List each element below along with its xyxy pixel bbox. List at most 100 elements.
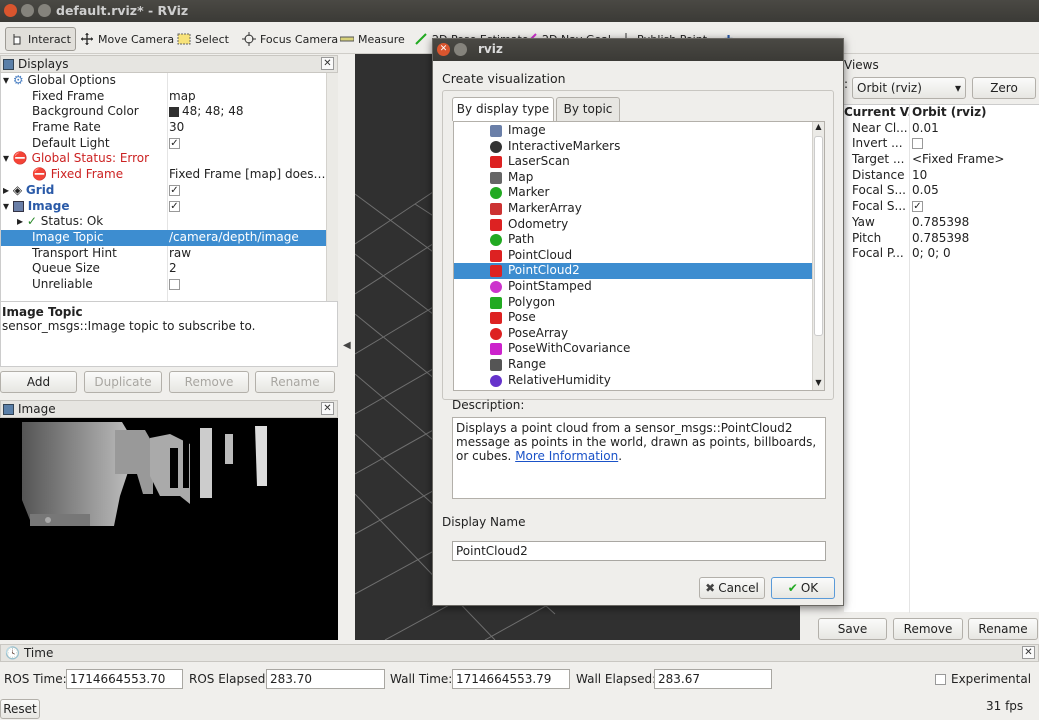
focal-shape-checkbox[interactable]: ✓ <box>912 201 923 213</box>
display-type-item[interactable]: InteractiveMarkers <box>454 139 812 155</box>
display-type-item[interactable]: RelativeHumidity <box>454 373 812 389</box>
collapse-splitter-icon[interactable]: ◀ <box>343 340 351 351</box>
display-type-list[interactable]: Image InteractiveMarkers LaserScan Map Marke… <box>453 121 825 391</box>
display-type-item[interactable]: Range <box>454 357 812 373</box>
tree-row-value[interactable]: /camera/depth/image <box>169 230 326 246</box>
tree-row-value[interactable]: 0.785398 <box>912 231 1039 247</box>
tree-row-status-ok[interactable]: ▸ ✓ Status: Ok <box>1 214 326 230</box>
maximize-window-icon[interactable] <box>38 4 51 17</box>
views-row-pitch[interactable]: Pitch 0.785398 <box>844 231 1039 247</box>
displays-tree[interactable]: ▾ ⚙ Global Options Fixed Frame map Backg… <box>0 73 326 301</box>
tree-row-value[interactable]: 0.05 <box>912 183 1039 199</box>
scroll-up-icon[interactable]: ▲ <box>814 122 823 134</box>
scroll-down-icon[interactable]: ▼ <box>814 378 823 390</box>
tree-row-value[interactable]: map <box>169 89 326 105</box>
views-row-focal-point[interactable]: Focal P... 0; 0; 0 <box>844 246 1039 262</box>
dialog-title-bar[interactable]: ✕ rviz <box>433 39 843 61</box>
tree-row-value[interactable]: raw <box>169 246 326 262</box>
displays-scrollbar[interactable] <box>326 73 338 301</box>
tree-row-value[interactable]: 48; 48; 48 <box>182 104 244 118</box>
ros-elapsed-field[interactable]: 283.70 <box>266 669 385 689</box>
close-window-icon[interactable] <box>4 4 17 17</box>
tree-row-value[interactable]: 30 <box>169 120 326 136</box>
expand-arrow-icon[interactable]: ▾ <box>3 151 9 165</box>
tree-row-queue-size[interactable]: Queue Size 2 <box>1 261 326 277</box>
rename-view-button[interactable]: Rename <box>968 618 1038 640</box>
tree-row-value[interactable]: 0.01 <box>912 121 1039 137</box>
experimental-checkbox[interactable] <box>935 674 946 685</box>
views-row-invert[interactable]: Invert ... <box>844 136 1039 152</box>
tree-row-frame-rate[interactable]: Frame Rate 30 <box>1 120 326 136</box>
display-type-item[interactable]: Odometry <box>454 217 812 233</box>
views-property-tree[interactable]: Current V... Orbit (rviz) Near Cl... 0.01… <box>844 104 1039 613</box>
tree-row-default-light[interactable]: Default Light ✓ <box>1 136 326 152</box>
views-row-focal-shape-fixed[interactable]: Focal S... ✓ <box>844 199 1039 215</box>
tree-row-value[interactable]: 10 <box>912 168 1039 184</box>
display-type-item[interactable]: PoseWithCovariance <box>454 341 812 357</box>
display-type-item[interactable]: PointStamped <box>454 279 812 295</box>
tree-row-value[interactable]: <Fixed Frame> <box>912 152 1039 168</box>
display-type-item[interactable]: MarkerArray <box>454 201 812 217</box>
display-type-item[interactable]: Pose <box>454 310 812 326</box>
tree-row-background-color[interactable]: Background Color 48; 48; 48 <box>1 104 326 120</box>
add-display-button[interactable]: Add <box>0 371 77 393</box>
wall-elapsed-field[interactable]: 283.67 <box>654 669 772 689</box>
tree-row-global-status[interactable]: ▾ ⛔ Global Status: Error <box>1 151 326 167</box>
close-icon[interactable]: ✕ <box>321 57 334 70</box>
scrollbar-thumb[interactable] <box>814 136 823 336</box>
views-row-focal-shape-size[interactable]: Focal S... 0.05 <box>844 183 1039 199</box>
tree-row-unreliable[interactable]: Unreliable <box>1 277 326 293</box>
tree-row-fixed-frame[interactable]: Fixed Frame map <box>1 89 326 105</box>
display-type-item[interactable]: PointCloud <box>454 248 812 264</box>
tree-row-fixed-frame-error[interactable]: ⛔ Fixed Frame Fixed Frame [map] does ... <box>1 167 326 183</box>
wall-time-field[interactable]: 1714664553.79 <box>452 669 570 689</box>
expand-arrow-icon[interactable]: ▾ <box>3 199 9 213</box>
display-type-item[interactable]: Path <box>454 232 812 248</box>
color-swatch[interactable] <box>169 106 179 117</box>
cancel-button[interactable]: ✖ Cancel <box>699 577 765 599</box>
display-name-input[interactable]: PointCloud2 <box>452 541 826 561</box>
remove-display-button[interactable]: Remove <box>169 371 249 393</box>
views-row-current[interactable]: Current V... Orbit (rviz) <box>844 105 1039 121</box>
display-type-item[interactable]: Map <box>454 170 812 186</box>
expand-arrow-icon[interactable]: ▾ <box>3 73 9 87</box>
close-icon[interactable]: ✕ <box>321 402 334 415</box>
display-type-item[interactable]: PoseArray <box>454 326 812 342</box>
tab-by-topic[interactable]: By topic <box>556 97 620 121</box>
image-checkbox[interactable]: ✓ <box>169 200 180 212</box>
close-icon[interactable]: ✕ <box>437 43 450 56</box>
views-row-distance[interactable]: Distance 10 <box>844 168 1039 184</box>
grid-checkbox[interactable]: ✓ <box>169 184 180 196</box>
display-type-item[interactable]: PointCloud2 <box>454 263 812 279</box>
tab-by-display-type[interactable]: By display type <box>452 97 554 121</box>
view-type-select[interactable]: Orbit (rviz) ▾ <box>852 77 966 99</box>
invert-checkbox[interactable] <box>912 138 923 150</box>
tool-move-camera-button[interactable]: Move Camera <box>76 27 178 51</box>
tool-select-button[interactable]: Select <box>173 27 233 51</box>
display-type-item[interactable]: Polygon <box>454 295 812 311</box>
ros-time-field[interactable]: 1714664553.70 <box>66 669 183 689</box>
collapse-arrow-icon[interactable]: ▸ <box>3 183 9 197</box>
unreliable-checkbox[interactable] <box>169 278 180 290</box>
minimize-window-icon[interactable] <box>21 4 34 17</box>
views-row-yaw[interactable]: Yaw 0.785398 <box>844 215 1039 231</box>
duplicate-display-button[interactable]: Duplicate <box>84 371 162 393</box>
tree-row-value[interactable]: 2 <box>169 261 326 277</box>
list-scrollbar[interactable]: ▲ ▼ <box>812 122 824 390</box>
zero-button[interactable]: Zero <box>972 77 1036 99</box>
save-view-button[interactable]: Save <box>818 618 887 640</box>
tool-focus-camera-button[interactable]: Focus Camera <box>238 27 342 51</box>
tree-row-image[interactable]: ▾ Image ✓ <box>1 199 326 215</box>
default-light-checkbox[interactable]: ✓ <box>169 137 180 149</box>
reset-button[interactable]: Reset <box>0 699 40 719</box>
remove-view-button[interactable]: Remove <box>893 618 963 640</box>
ok-button[interactable]: ✔ OK <box>771 577 835 599</box>
views-row-near-clip[interactable]: Near Cl... 0.01 <box>844 121 1039 137</box>
views-row-target[interactable]: Target ... <Fixed Frame> <box>844 152 1039 168</box>
tree-row-image-topic[interactable]: Image Topic /camera/depth/image <box>1 229 326 246</box>
tool-interact-button[interactable]: Interact <box>5 27 76 51</box>
display-type-item[interactable]: Image <box>454 123 812 139</box>
collapse-arrow-icon[interactable]: ▸ <box>17 214 23 228</box>
tool-measure-button[interactable]: Measure <box>336 27 409 51</box>
more-information-link[interactable]: More Information <box>515 449 618 463</box>
